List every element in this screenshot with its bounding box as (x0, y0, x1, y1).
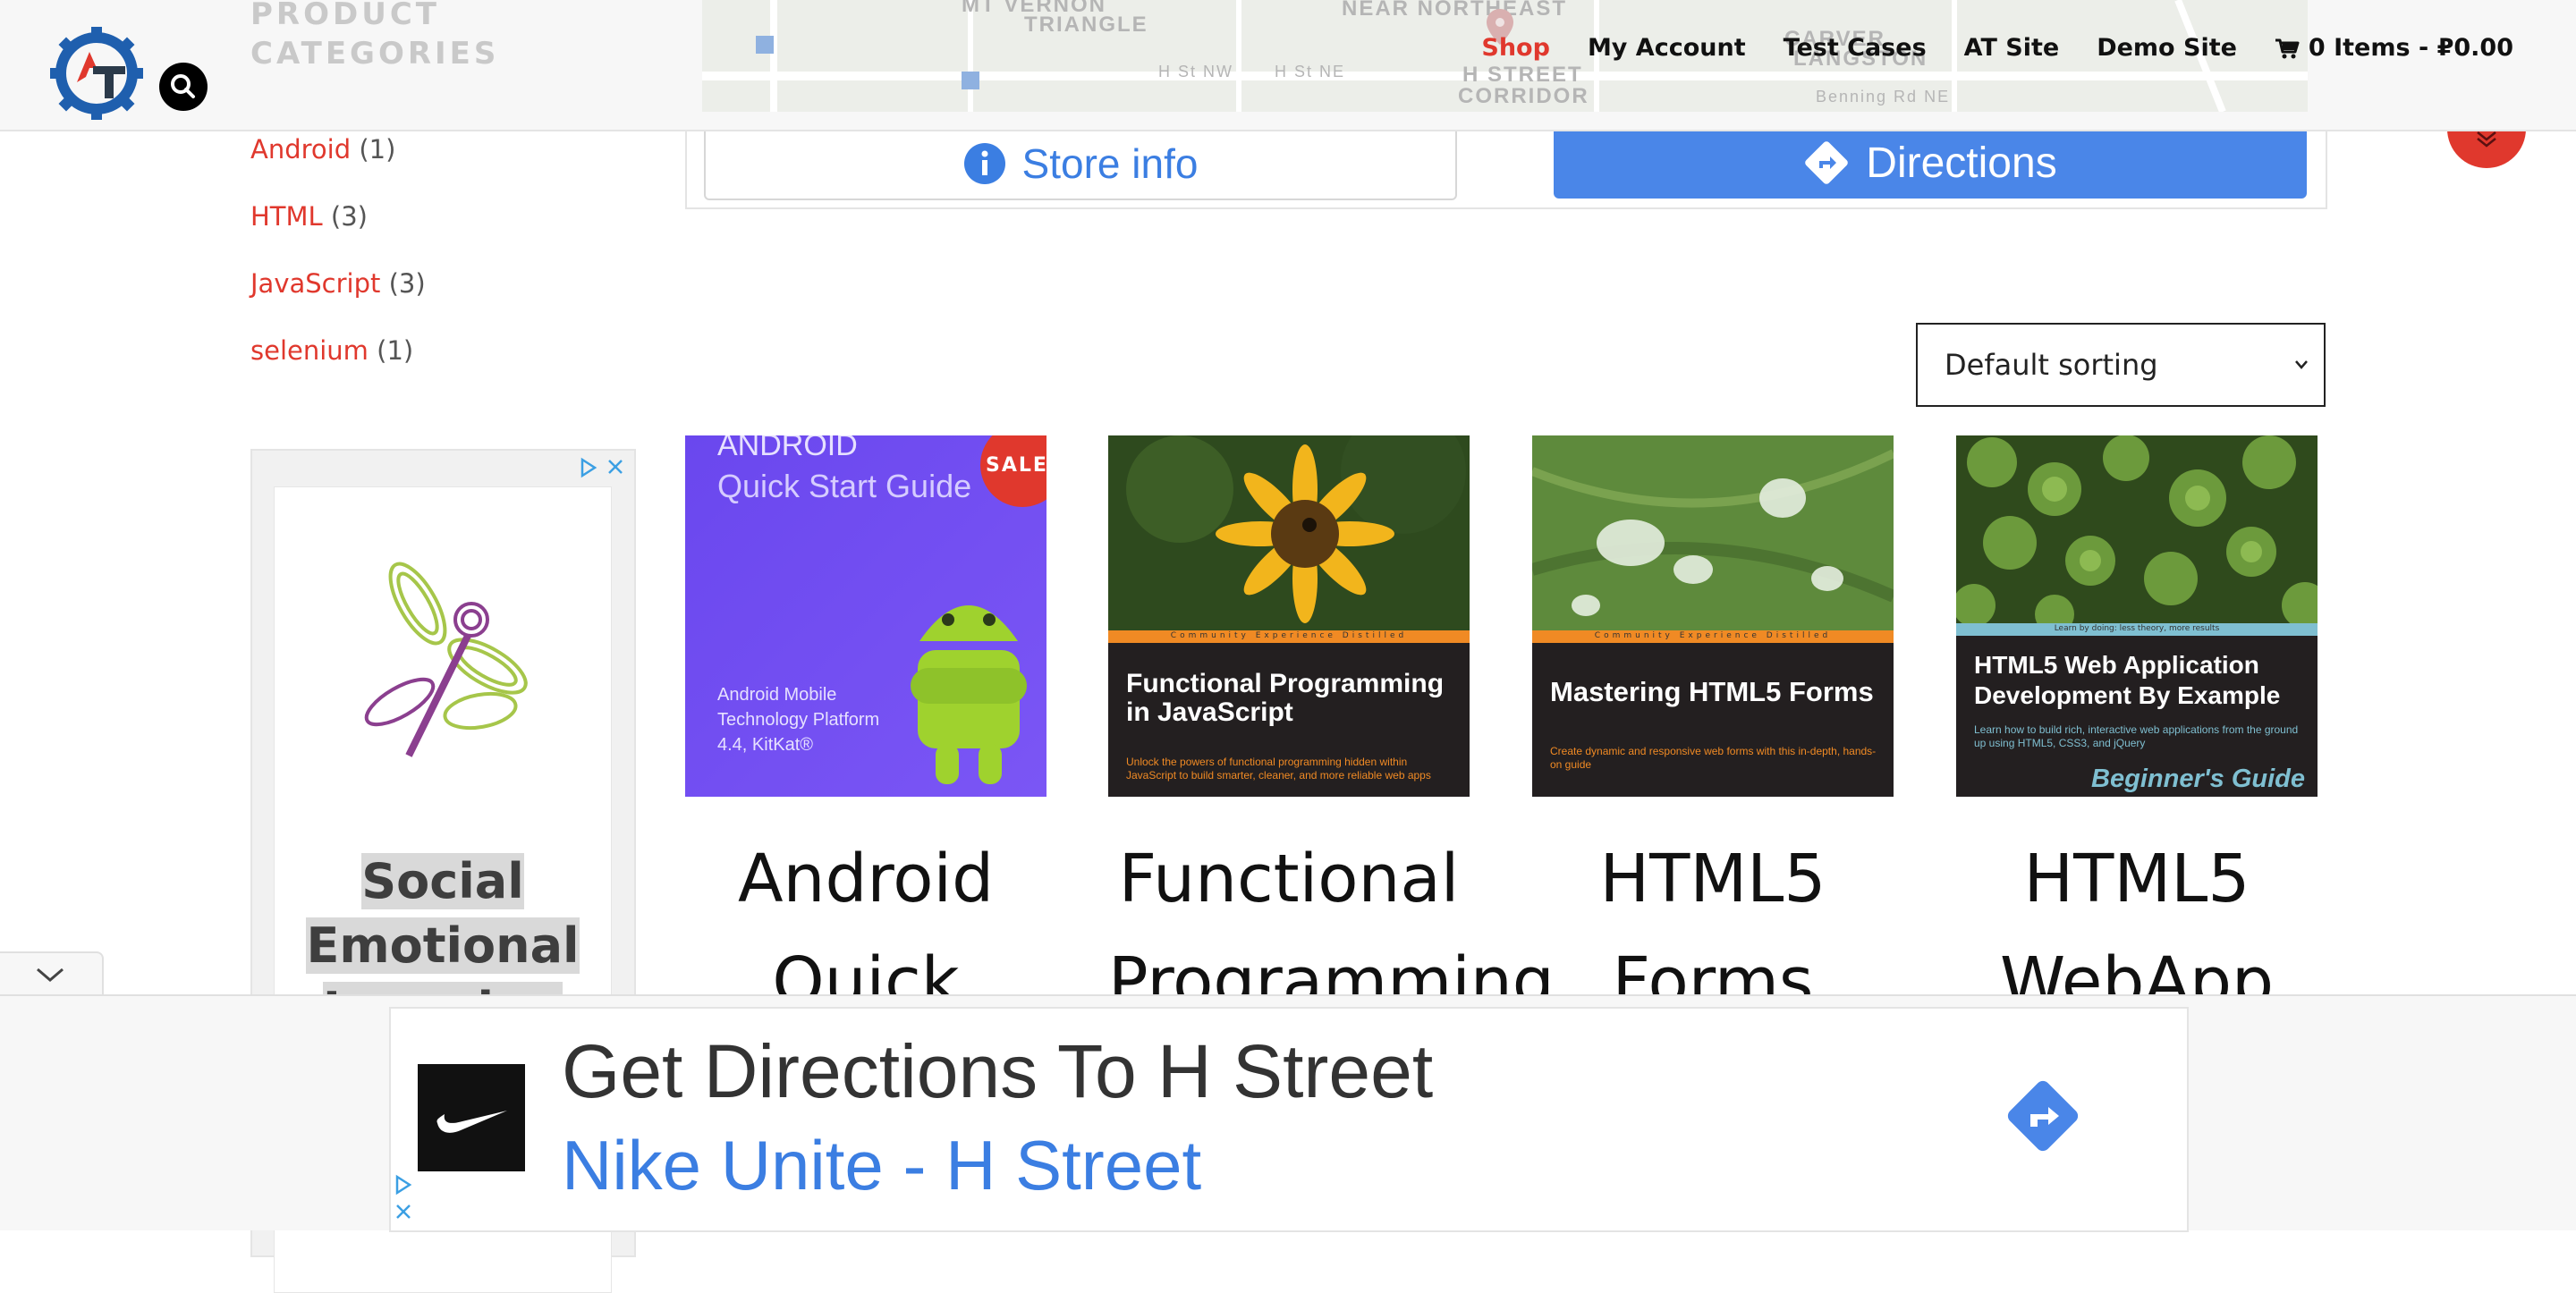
category-count: (1) (359, 134, 396, 165)
sidebar-ad-line: Emotional (306, 917, 580, 974)
directions-icon[interactable] (2000, 1073, 2086, 1159)
store-info-label: Store info (1021, 140, 1199, 187)
site-header: MT VERNON TRIANGLE NEAR NORTHEAST H STRE… (0, 0, 2576, 131)
cover-platform-line: Technology Platform (717, 710, 880, 730)
category-link-html[interactable]: HTML (250, 201, 323, 232)
dragonfly-logo (364, 562, 528, 757)
nike-swoosh-icon (436, 1111, 507, 1133)
cover-platform-line: Android Mobile (717, 685, 837, 705)
cover-series: Beginner's Guide (2091, 765, 2305, 793)
cover-platform-line: 4.4, KitKat® (717, 735, 814, 755)
bottom-ad-subline[interactable]: Nike Unite - H Street (562, 1125, 1201, 1206)
map-label: Benning Rd NE (1816, 88, 1951, 106)
sale-badge: SALE! (980, 435, 1046, 507)
bottom-ad-headline[interactable]: Get Directions To H Street (562, 1028, 1433, 1115)
cover-band-text: Community Experience Distilled (1594, 631, 1832, 640)
category-list: Android (1) HTML (3) JavaScript (3) sele… (250, 116, 426, 385)
category-link-android[interactable]: Android (250, 134, 351, 165)
category-count: (1) (377, 335, 414, 366)
nike-logo (418, 1064, 525, 1171)
cover-title: Mastering HTML5 Forms (1550, 676, 1874, 707)
sort-dropdown[interactable]: Default sorting (1916, 323, 2326, 407)
nav-demo-site[interactable]: Demo Site (2097, 34, 2237, 62)
product-image[interactable]: ANDROID Quick Start Guide Android Mobile… (685, 435, 1046, 797)
product-categories-heading-wrap: PRODUCT CATEGORIES (250, 0, 519, 73)
category-count: (3) (388, 268, 426, 299)
product-card[interactable]: Community Experience Distilled Functiona… (1108, 435, 1555, 1034)
nav-test-cases[interactable]: Test Cases (1784, 34, 1927, 62)
cover-description: Unlock the powers of functional programm… (1126, 756, 1431, 782)
sort-selected-value: Default sorting (1945, 348, 2158, 382)
category-item: HTML (3) (250, 183, 426, 250)
cover-subheading: Quick Start Guide (717, 468, 972, 504)
nav-shop[interactable]: Shop (1481, 34, 1550, 62)
cover-band-text: Learn by doing: less theory, more result… (2054, 624, 2220, 633)
ad-choices-icon[interactable] (394, 1173, 415, 1227)
map-label: CORRIDOR (1458, 84, 1589, 108)
product-image[interactable]: Learn by doing: less theory, more result… (1956, 435, 2318, 797)
product-card[interactable]: Community Experience Distilled Mastering… (1532, 435, 1894, 1034)
map-label: H St NE (1275, 63, 1346, 80)
sidebar-ad-line: Social (361, 853, 524, 909)
category-link-javascript[interactable]: JavaScript (250, 268, 380, 299)
category-count: (3) (330, 201, 369, 232)
cart-summary: 0 Items - ₽0.00 (2308, 34, 2513, 62)
cover-description: Learn how to build rich, interactive web… (1974, 723, 2299, 749)
cover-platform: Android Mobile Technology Platform 4.4, … (717, 682, 879, 757)
search-icon (171, 74, 195, 98)
cart-icon (2275, 38, 2300, 58)
directions-icon (1805, 141, 1849, 184)
category-link-selenium[interactable]: selenium (250, 335, 369, 366)
category-item: JavaScript (3) (250, 250, 426, 317)
site-logo[interactable] (50, 27, 143, 120)
product-card[interactable]: Learn by doing: less theory, more result… (1956, 435, 2318, 1034)
cover-title: HTML5 Web Application Development By Exa… (1974, 651, 2281, 709)
store-info-button[interactable]: Store info (704, 127, 1457, 200)
product-categories-heading: PRODUCT CATEGORIES (250, 0, 500, 72)
sunflower-photo (1108, 435, 1470, 630)
category-item: selenium (1) (250, 317, 426, 385)
info-icon (963, 143, 1005, 184)
chevron-down-icon (37, 968, 64, 982)
cover-band-text: Community Experience Distilled (1170, 631, 1408, 640)
nav-my-account[interactable]: My Account (1588, 34, 1746, 62)
lily-pads-photo (1956, 435, 2318, 623)
map-label: NEAR NORTHEAST (1342, 0, 1568, 21)
cover-heading: ANDROID (717, 435, 858, 462)
product-image[interactable]: Community Experience Distilled Functiona… (1108, 435, 1470, 797)
main-nav: Shop My Account Test Cases AT Site Demo … (1481, 34, 2513, 62)
map-label: TRIANGLE (1024, 13, 1148, 37)
directions-button[interactable]: Directions (1554, 127, 2307, 199)
cover-description: Create dynamic and responsive web forms … (1550, 745, 1877, 771)
product-image[interactable]: Community Experience Distilled Mastering… (1532, 435, 1894, 797)
android-robot-illustration (911, 605, 1027, 784)
search-button[interactable] (159, 63, 208, 111)
water-droplets-photo (1532, 435, 1894, 630)
collapse-ad-button[interactable] (0, 951, 104, 996)
map-label: H St NW (1158, 63, 1233, 80)
directions-label: Directions (1866, 139, 2057, 187)
nav-cart[interactable]: 0 Items - ₽0.00 (2275, 34, 2513, 62)
chevron-down-icon (2295, 360, 2308, 369)
nav-at-site[interactable]: AT Site (1964, 34, 2060, 62)
cover-title: Functional Programming in JavaScript (1126, 669, 1445, 727)
ad-choices-icon[interactable] (579, 456, 629, 479)
